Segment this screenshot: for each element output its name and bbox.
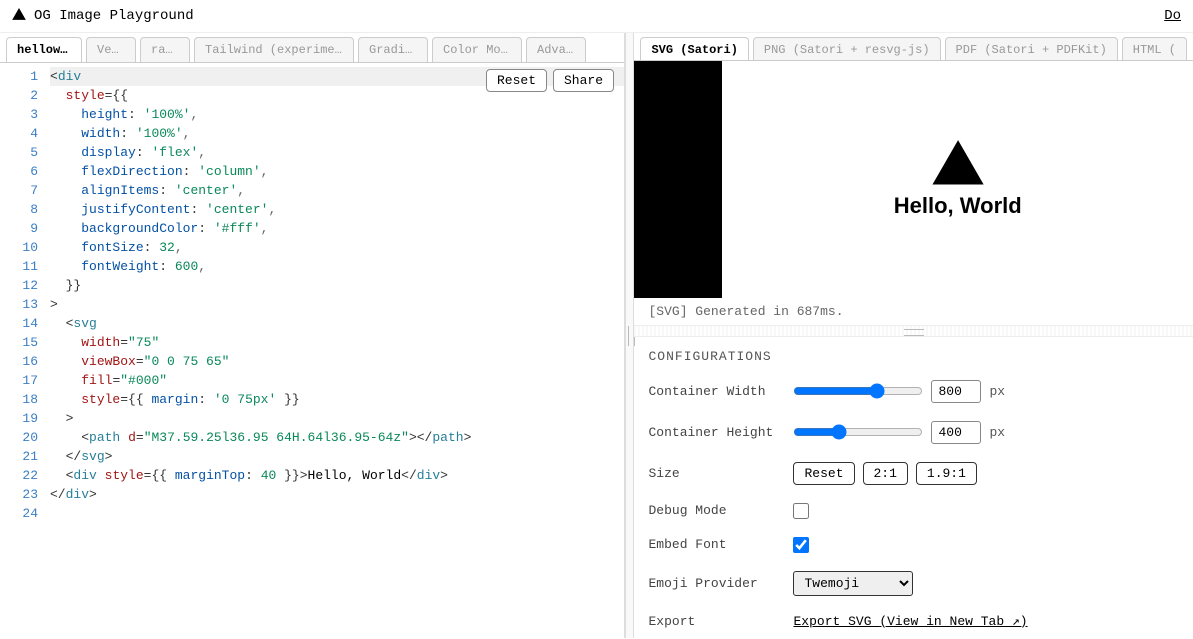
vertical-resize-handle[interactable] [625, 33, 634, 638]
triangle-logo-icon [12, 8, 26, 24]
editor-tabs: hellowor… Verc… rauc… Tailwind (experime… [0, 33, 624, 62]
size-label: Size [648, 466, 793, 481]
embed-label: Embed Font [648, 537, 793, 552]
preview-tab-html[interactable]: HTML ( [1122, 37, 1187, 60]
tab-tailwind[interactable]: Tailwind (experiment… [194, 37, 354, 62]
left-panel: hellowor… Verc… rauc… Tailwind (experime… [0, 33, 625, 638]
export-label: Export [648, 614, 793, 629]
height-unit: px [989, 425, 1005, 440]
preview-letterbox [634, 61, 722, 298]
width-unit: px [989, 384, 1005, 399]
tab-vercel[interactable]: Verc… [86, 37, 136, 62]
share-button[interactable]: Share [553, 69, 614, 92]
docs-link[interactable]: Do [1164, 8, 1181, 24]
height-input[interactable] [931, 421, 981, 444]
main: hellowor… Verc… rauc… Tailwind (experime… [0, 33, 1193, 638]
header: OG Image Playground Do [0, 0, 1193, 33]
width-label: Container Width [648, 384, 793, 399]
height-label: Container Height [648, 425, 793, 440]
tab-colormode[interactable]: Color Mode… [432, 37, 522, 62]
right-panel: SVG (Satori) PNG (Satori + resvg-js) PDF… [634, 33, 1193, 638]
editor-wrap: Reset Share 1234567891011121314151617181… [0, 62, 624, 638]
export-svg-link[interactable]: Export SVG (View in New Tab ↗) [793, 614, 1027, 629]
preview-tabs: SVG (Satori) PNG (Satori + resvg-js) PDF… [634, 33, 1193, 60]
preview-area: Hello, World [634, 60, 1193, 298]
size-reset-button[interactable]: Reset [793, 462, 854, 485]
tab-helloworld[interactable]: hellowor… [6, 37, 82, 62]
size-21-button[interactable]: 2:1 [863, 462, 908, 485]
emoji-select[interactable]: Twemoji [793, 571, 913, 596]
preview-hello-text: Hello, World [894, 193, 1022, 219]
tab-gradient[interactable]: Gradien… [358, 37, 428, 62]
width-slider[interactable] [793, 383, 923, 399]
tab-advanced[interactable]: Advanc… [526, 37, 586, 62]
embed-checkbox[interactable] [793, 537, 809, 553]
size-191-button[interactable]: 1.9:1 [916, 462, 977, 485]
preview-tab-png[interactable]: PNG (Satori + resvg-js) [753, 37, 941, 60]
code-editor[interactable]: 123456789101112131415161718192021222324 … [0, 63, 624, 523]
config-panel: CONFIGURATIONS Container Width px Contai… [634, 337, 1193, 638]
preview-tab-svg[interactable]: SVG (Satori) [640, 37, 748, 60]
tab-rauch[interactable]: rauc… [140, 37, 190, 62]
debug-checkbox[interactable] [793, 503, 809, 519]
height-slider[interactable] [793, 424, 923, 440]
triangle-preview-icon [932, 140, 984, 185]
status-text: [SVG] Generated in 687ms. [634, 298, 1193, 325]
line-gutter: 123456789101112131415161718192021222324 [0, 67, 50, 523]
horizontal-resize-handle[interactable] [634, 325, 1193, 336]
app-title: OG Image Playground [34, 8, 194, 24]
reset-button[interactable]: Reset [486, 69, 547, 92]
width-input[interactable] [931, 380, 981, 403]
emoji-label: Emoji Provider [648, 576, 793, 591]
config-title: CONFIGURATIONS [648, 349, 1179, 364]
debug-label: Debug Mode [648, 503, 793, 518]
preview-tab-pdf[interactable]: PDF (Satori + PDFKit) [945, 37, 1118, 60]
code-lines: <div style={{ height: '100%', width: '10… [50, 67, 624, 523]
preview-canvas: Hello, World [722, 61, 1193, 298]
